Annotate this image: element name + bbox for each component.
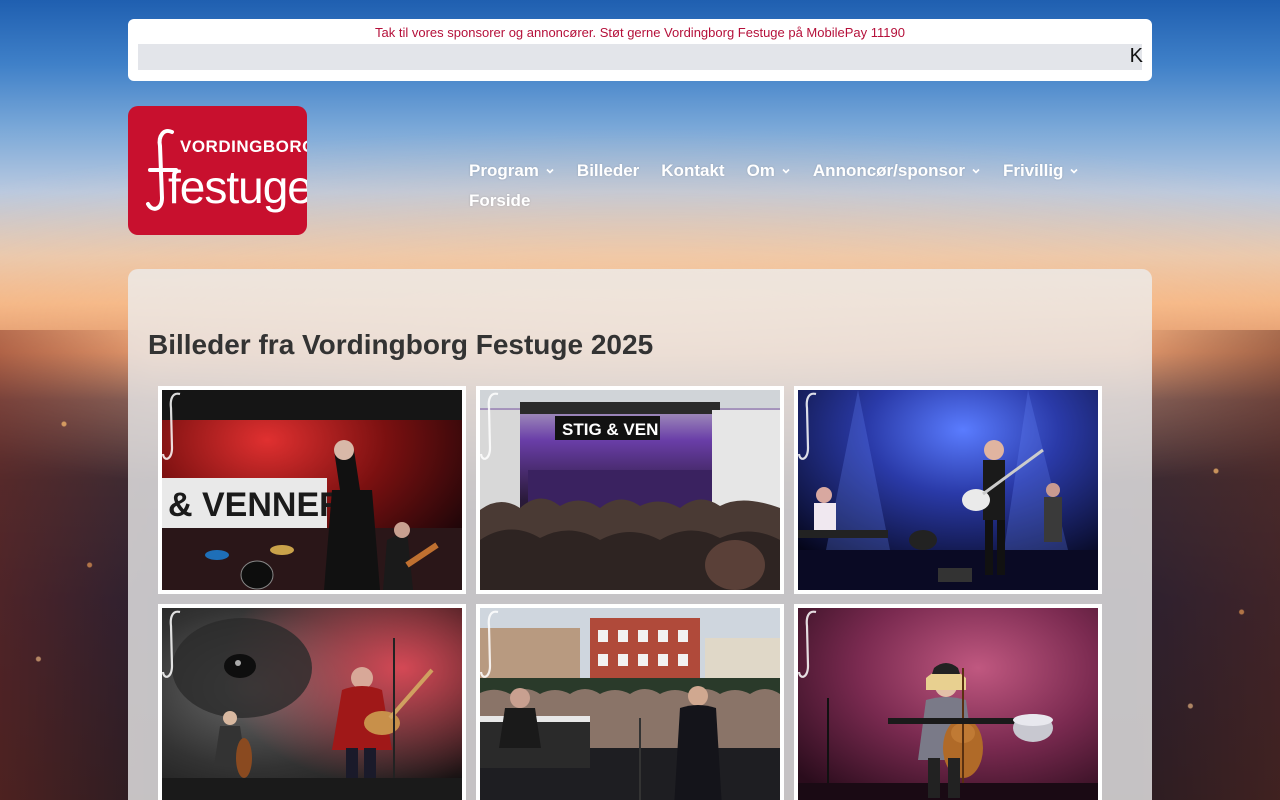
nav-item-label: Annoncør/sponsor (812, 161, 965, 180)
nav-row-1: Program Billeder Kontakt Om Annoncør/spo… (469, 158, 1129, 184)
sponsor-notice-text: Tak til vores sponsorer og annoncører. S… (375, 25, 905, 40)
concert-photo (162, 608, 462, 800)
gallery-photo-2[interactable]: STIG & VEN (476, 386, 784, 594)
watermark-icon (162, 610, 181, 678)
nav-item-label: Billeder (576, 161, 640, 180)
nav-item-label: Om (746, 161, 775, 180)
watermark-icon (798, 392, 817, 460)
nav-item-label: Program (469, 161, 539, 180)
nav-item-label: Kontakt (661, 161, 725, 180)
chevron-down-icon (546, 168, 554, 174)
site-logo[interactable]: VORDINGBORG festuge (128, 106, 307, 235)
nav-item-billeder[interactable]: Billeder (577, 161, 639, 181)
concert-photo (798, 390, 1098, 590)
nav-item-kontakt[interactable]: Kontakt (661, 161, 724, 181)
gallery-photo-1[interactable]: & VENNER (158, 386, 466, 594)
main-content-panel: Billeder fra Vordingborg Festuge 2025 & … (128, 269, 1152, 800)
nav-item-annoncor-sponsor[interactable]: Annoncør/sponsor (813, 161, 981, 181)
concert-photo: & VENNER (162, 390, 462, 590)
sponsor-ticker-bar (138, 44, 1142, 70)
chevron-down-icon (782, 168, 790, 174)
watermark-icon (162, 392, 181, 460)
nav-item-forside[interactable]: Forside (469, 191, 530, 211)
sponsor-notice-banner: Tak til vores sponsorer og annoncører. S… (128, 19, 1152, 81)
concert-photo: STIG & VEN (480, 390, 780, 590)
concert-photo (480, 608, 780, 800)
gallery-photo-5[interactable] (476, 604, 784, 800)
nav-item-label: Forside (469, 191, 531, 210)
page-title: Billeder fra Vordingborg Festuge 2025 (148, 329, 654, 360)
notice-close-button[interactable]: K (1130, 45, 1143, 68)
gallery-photo-4[interactable] (158, 604, 466, 800)
banner-text: STIG & VEN (562, 420, 658, 439)
nav-item-om[interactable]: Om (747, 161, 791, 181)
concert-photo (798, 608, 1098, 800)
logo-line1: VORDINGBORG (180, 137, 307, 156)
nav-row-2: Forside (469, 188, 1129, 214)
nav-item-frivillig[interactable]: Frivillig (1003, 161, 1079, 181)
gallery-photo-6[interactable] (794, 604, 1102, 800)
watermark-icon (480, 392, 499, 460)
banner-text: & VENNER (168, 486, 344, 524)
gallery-photo-3[interactable] (794, 386, 1102, 594)
nav-item-label: Frivillig (1002, 161, 1064, 180)
watermark-icon (798, 610, 817, 678)
logo-line2: festuge (168, 161, 307, 213)
main-navigation: Program Billeder Kontakt Om Annoncør/spo… (469, 158, 1129, 214)
nav-item-program[interactable]: Program (469, 161, 555, 181)
chevron-down-icon (1070, 168, 1079, 174)
watermark-icon (480, 610, 499, 678)
chevron-down-icon (972, 168, 980, 174)
